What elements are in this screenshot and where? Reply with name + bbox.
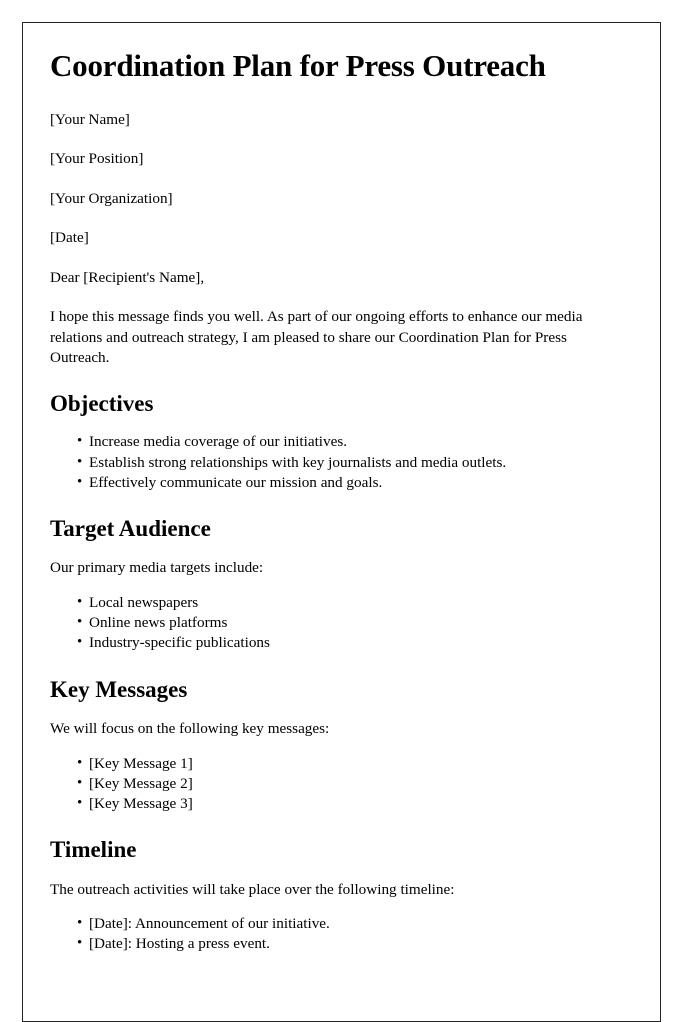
list-item: Establish strong relationships with key … [50,453,632,474]
letterhead-fields: [Your Name] [Your Position] [Your Organi… [50,110,632,249]
timeline-list: [Date]: Announcement of our initiative. … [50,914,632,955]
field-your-name: [Your Name] [50,110,130,128]
section-heading: Timeline [50,837,137,863]
document-page: Coordination Plan for Press Outreach [Yo… [22,22,661,1022]
target-audience-list: Local newspapers Online news platforms I… [50,593,632,655]
section-heading: Objectives [50,390,154,416]
list-item: [Key Message 3] [50,794,632,815]
section-objectives: Objectives Increase media coverage of ou… [50,391,632,494]
field-your-organization: [Your Organization] [50,189,173,207]
section-intro: We will focus on the following key messa… [50,720,330,738]
list-item: [Date]: Announcement of our initiative. [50,914,632,935]
key-messages-list: [Key Message 1] [Key Message 2] [Key Mes… [50,754,632,816]
list-item: [Key Message 1] [50,754,632,775]
section-intro: The outreach activities will take place … [50,880,455,898]
list-item: [Key Message 2] [50,774,632,795]
section-intro: Our primary media targets include: [50,559,264,577]
objectives-list: Increase media coverage of our initiativ… [50,432,632,494]
section-heading: Target Audience [50,515,211,541]
list-item: [Date]: Hosting a press event. [50,934,632,955]
intro-paragraph: I hope this message finds you well. As p… [50,308,583,367]
list-item: Effectively communicate our mission and … [50,473,632,494]
list-item: Local newspapers [50,593,632,614]
list-item: Increase media coverage of our initiativ… [50,432,632,453]
section-key-messages: Key Messages We will focus on the follow… [50,677,632,816]
section-timeline: Timeline The outreach activities will ta… [50,837,632,955]
section-heading: Key Messages [50,676,188,702]
salutation: Dear [Recipient's Name], [50,268,205,286]
page-title: Coordination Plan for Press Outreach [50,48,546,83]
section-target-audience: Target Audience Our primary media target… [50,516,632,655]
field-date: [Date] [50,229,89,247]
field-your-position: [Your Position] [50,150,144,168]
list-item: Industry-specific publications [50,633,632,654]
list-item: Online news platforms [50,613,632,634]
document-body: Coordination Plan for Press Outreach [Yo… [23,23,660,956]
